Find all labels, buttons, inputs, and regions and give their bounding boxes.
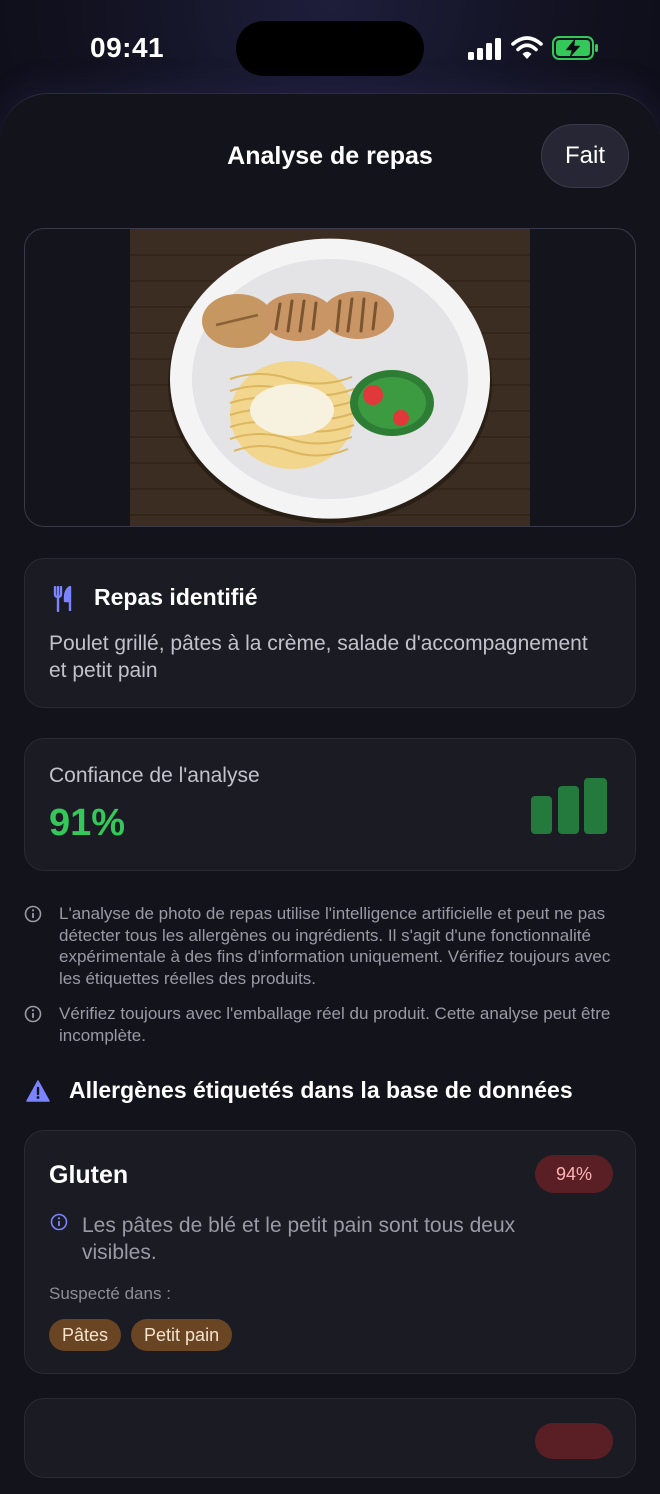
confidence-label: Confiance de l'analyse: [49, 764, 260, 787]
status-time: 09:41: [90, 32, 165, 63]
allergen-card-next[interactable]: [24, 1398, 636, 1478]
allergens-section-title: Allergènes étiquetés dans la base de don…: [69, 1077, 573, 1103]
ingredient-chip: Pâtes: [49, 1319, 122, 1351]
dynamic-island: [236, 21, 424, 76]
meal-card-title: Repas identifié: [94, 584, 258, 610]
meal-photo: [24, 228, 636, 527]
battery-charging-icon: [552, 36, 598, 60]
fork-knife-icon: [53, 586, 72, 612]
cellular-signal-icon: [468, 38, 501, 60]
confidence-card: Confiance de l'analyse 91%: [24, 738, 636, 871]
allergen-card-gluten[interactable]: Gluten 94% Les pâtes de blé et le petit …: [24, 1130, 636, 1374]
confidence-badge: [535, 1423, 613, 1459]
confidence-badge: 94%: [535, 1155, 613, 1193]
allergens-section-header: Allergènes étiquetés dans la base de don…: [26, 1077, 646, 1107]
meal-identified-card: Repas identifié Poulet grillé, pâtes à l…: [24, 558, 636, 708]
allergen-name: Gluten: [49, 1161, 129, 1189]
wifi-icon: [511, 36, 543, 59]
meal-photo-illustration: [130, 229, 530, 526]
signal-bars-icon: [531, 778, 607, 834]
disclaimer-text: Vérifiez toujours avec l'emballage réel …: [59, 1004, 611, 1045]
suspected-label: Suspecté dans :: [49, 1284, 171, 1303]
meal-description: Poulet grillé, pâtes à la crème, salade …: [49, 632, 588, 682]
confidence-value: 91%: [49, 802, 126, 844]
disclaimer-text: L'analyse de photo de repas utilise l'in…: [59, 904, 611, 988]
info-circle-icon: [24, 905, 42, 923]
ingredient-chip: Petit pain: [131, 1319, 233, 1351]
info-circle-icon: [24, 1005, 42, 1023]
done-button[interactable]: Fait: [541, 124, 629, 188]
info-circle-icon: [50, 1213, 68, 1231]
allergen-reason: Les pâtes de blé et le petit pain sont t…: [82, 1214, 516, 1264]
suspected-chips: Pâtes Petit pain: [49, 1319, 233, 1351]
warning-triangle-icon: [26, 1080, 50, 1102]
status-bar: 09:41: [0, 0, 660, 96]
